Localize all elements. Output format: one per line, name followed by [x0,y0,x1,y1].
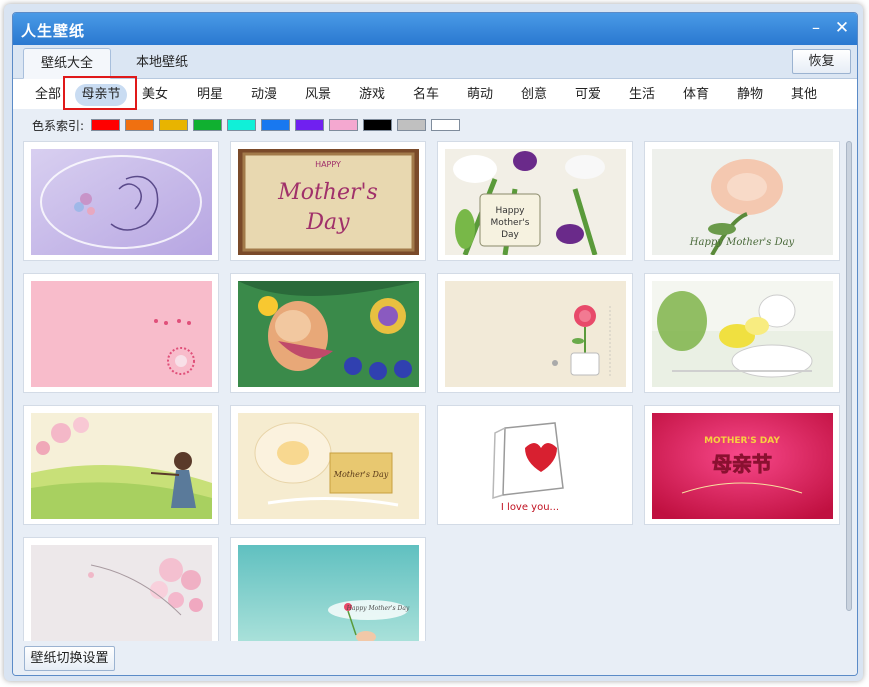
wallpaper-thumbnail: Mother's Day [238,413,419,519]
category-sports[interactable]: 体育 [676,84,716,106]
wallpaper-thumbnail: HAPPY Mother's Day [238,149,419,255]
category-celebrity[interactable]: 明星 [190,84,230,106]
wallpaper-thumbnail [445,281,626,387]
wallpaper-tile[interactable]: Happy Mother's Day [437,141,633,261]
wallpaper-tile[interactable] [23,273,219,393]
wallpaper-tile[interactable]: I love you... [437,405,633,525]
wallpaper-switch-settings-button[interactable]: 壁纸切换设置 [24,646,115,671]
scrollbar-thumb[interactable] [846,141,852,611]
category-cute-pets[interactable]: 萌动 [460,84,500,106]
wallpaper-thumbnail: Happy Mother's Day [652,149,833,255]
wallpaper-thumbnail [31,149,212,255]
color-index-label: 色系索引: [32,119,85,133]
svg-text:Mother's: Mother's [277,180,378,205]
swatch-green[interactable] [193,119,222,131]
wallpaper-thumbnail: Happy Mother's Day [445,149,626,255]
svg-text:MOTHER'S DAY: MOTHER'S DAY [704,436,780,446]
wallpaper-tile[interactable] [23,537,219,641]
swatch-blue[interactable] [261,119,290,131]
wallpaper-thumbnail [31,413,212,519]
wallpaper-tile[interactable]: HAPPY Mother's Day [230,141,426,261]
wallpaper-thumbnail: I love you... [445,413,626,519]
svg-text:Happy Mother's Day: Happy Mother's Day [346,605,410,612]
svg-text:Mother's Day: Mother's Day [333,470,389,479]
wallpaper-thumbnail [652,281,833,387]
color-index-row: 色系索引: [13,113,857,137]
category-other[interactable]: 其他 [784,84,824,106]
category-still-life[interactable]: 静物 [730,84,770,106]
close-button[interactable]: ✕ [831,17,853,39]
wallpaper-thumbnail [31,545,212,641]
svg-text:I love you...: I love you... [501,502,559,513]
tab-wallpaper-gallery[interactable]: 壁纸大全 [23,48,111,79]
window-title: 人生壁纸 [21,22,86,40]
wallpaper-tile[interactable]: Mother's Day [230,405,426,525]
swatch-cyan[interactable] [227,119,256,131]
tab-local-wallpaper[interactable]: 本地壁纸 [118,48,206,77]
swatch-yellow[interactable] [159,119,188,131]
wallpaper-tile[interactable] [23,405,219,525]
wallpaper-tile[interactable] [437,273,633,393]
swatch-pink[interactable] [329,119,358,131]
title-bar: 人生壁纸 – ✕ [13,13,857,45]
selection-highlight-box [63,76,137,110]
wallpaper-grid: HAPPY Mother's Day Happy Mother's Day Ha… [13,139,847,641]
svg-text:Day: Day [501,230,519,240]
category-cars[interactable]: 名车 [406,84,446,106]
vertical-scrollbar[interactable] [845,139,853,641]
svg-text:Happy: Happy [495,206,525,216]
wallpaper-window: 人生壁纸 – ✕ 壁纸大全 本地壁纸 恢复 全部 母亲节 美女 明星 动漫 风景… [12,12,858,676]
category-anime[interactable]: 动漫 [244,84,284,106]
wallpaper-tile[interactable]: MOTHER'S DAY 母亲节 [644,405,840,525]
wallpaper-tile[interactable] [23,141,219,261]
svg-text:母亲节: 母亲节 [712,452,772,476]
wallpaper-tile[interactable]: Happy Mother's Day [644,141,840,261]
swatch-red[interactable] [91,119,120,131]
svg-text:Day: Day [305,210,350,235]
wallpaper-thumbnail [31,281,212,387]
tab-bar: 壁纸大全 本地壁纸 [13,45,857,79]
category-games[interactable]: 游戏 [352,84,392,106]
wallpaper-thumbnail: Happy Mother's Day [238,545,419,641]
category-creative[interactable]: 创意 [514,84,554,106]
svg-text:HAPPY: HAPPY [315,160,341,169]
wallpaper-tile[interactable]: Happy Mother's Day [230,537,426,641]
wallpaper-thumbnail: MOTHER'S DAY 母亲节 [652,413,833,519]
category-life[interactable]: 生活 [622,84,662,106]
minimize-button[interactable]: – [805,17,827,39]
swatch-black[interactable] [363,119,392,131]
swatch-purple[interactable] [295,119,324,131]
category-beauty[interactable]: 美女 [135,84,175,106]
swatch-orange[interactable] [125,119,154,131]
category-bar: 全部 母亲节 美女 明星 动漫 风景 游戏 名车 萌动 创意 可爱 生活 体育 … [13,79,857,109]
wallpaper-tile[interactable] [230,273,426,393]
category-scenery[interactable]: 风景 [298,84,338,106]
category-lovely[interactable]: 可爱 [568,84,608,106]
swatch-gray[interactable] [397,119,426,131]
swatch-white[interactable] [431,119,460,131]
wallpaper-tile[interactable] [644,273,840,393]
wallpaper-thumbnail [238,281,419,387]
svg-text:Happy Mother's Day: Happy Mother's Day [689,237,795,248]
svg-text:Mother's: Mother's [491,218,530,228]
bottom-bar: 壁纸切换设置 [13,641,857,675]
restore-button[interactable]: 恢复 [792,49,851,74]
